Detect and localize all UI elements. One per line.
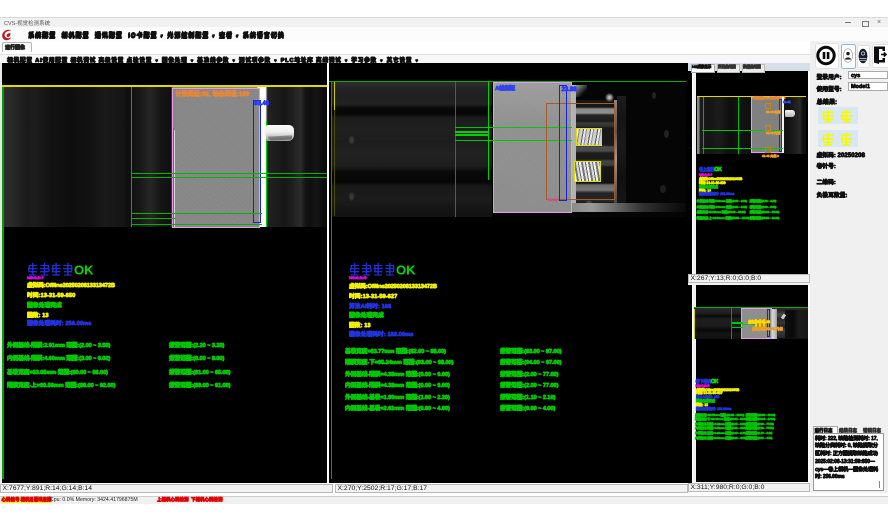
svg-text:OK: OK bbox=[74, 263, 94, 278]
svg-text:OK: OK bbox=[396, 263, 416, 278]
